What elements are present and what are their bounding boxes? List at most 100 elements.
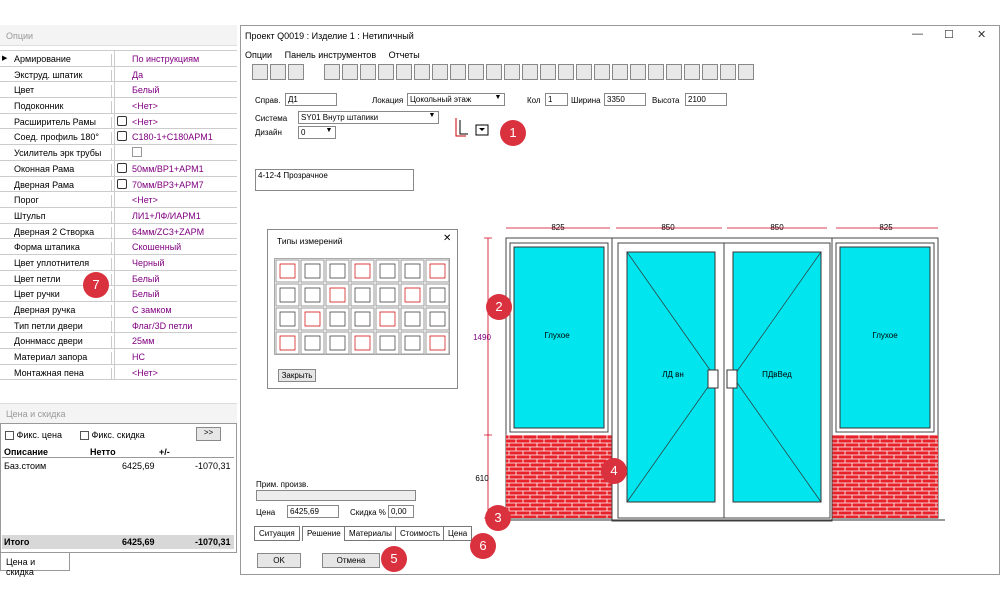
option-value[interactable]: <Нет> <box>132 101 158 111</box>
toolbar-button-icon[interactable] <box>612 64 628 80</box>
option-row[interactable]: Цвет ручки Белый <box>0 286 237 302</box>
toolbar-button-icon[interactable] <box>576 64 592 80</box>
toolbar-button-icon[interactable] <box>414 64 430 80</box>
toolbar-button-icon[interactable] <box>666 64 682 80</box>
toolbar-button-icon[interactable] <box>702 64 718 80</box>
dialog-close-button[interactable]: Закрыть <box>278 369 316 382</box>
measurement-type-cell[interactable] <box>350 307 375 331</box>
option-row[interactable]: Подоконник <Нет> <box>0 98 237 114</box>
option-row[interactable]: Штульп ЛИ1+ЛФ/ИAPM1 <box>0 207 237 224</box>
option-value[interactable]: Флаг/3D петли <box>132 321 192 331</box>
glass-field[interactable]: 4-12-4 Прозрачное <box>255 169 414 191</box>
table-row[interactable]: Баз.стоим 6425,69 -1070,31 <box>2 460 234 472</box>
minimize-icon[interactable]: — <box>912 28 923 40</box>
measurement-type-cell[interactable] <box>400 259 425 283</box>
note-field[interactable] <box>256 490 416 501</box>
qty-input[interactable]: 1 <box>545 93 568 106</box>
option-row[interactable]: Материал запора НС <box>0 349 237 365</box>
cancel-button[interactable]: Отмена <box>322 553 380 568</box>
option-value[interactable]: 70мм/BP3+APM7 <box>132 180 204 190</box>
measurement-type-cell[interactable] <box>325 283 350 307</box>
toolbar-button-icon[interactable] <box>648 64 664 80</box>
toolbar-button-icon[interactable] <box>684 64 700 80</box>
toolbar-button-icon[interactable] <box>720 64 736 80</box>
tab-price[interactable]: Цена <box>443 526 473 541</box>
measurement-type-cell[interactable] <box>275 259 300 283</box>
measurement-type-cell[interactable] <box>325 331 350 355</box>
option-value[interactable]: <Нет> <box>132 368 158 378</box>
option-value[interactable]: <Нет> <box>132 117 158 127</box>
height-input[interactable]: 2100 <box>685 93 727 106</box>
toolbar-button-icon[interactable] <box>252 64 268 80</box>
option-value[interactable]: <Нет> <box>132 195 158 205</box>
option-value[interactable]: ЛИ1+ЛФ/ИAPM1 <box>132 211 201 221</box>
measurement-type-cell[interactable] <box>300 259 325 283</box>
option-row[interactable]: Порог <Нет> <box>0 192 237 208</box>
option-row[interactable]: Форма штапика Скошенный <box>0 239 237 255</box>
fix-discount-box[interactable] <box>80 431 89 441</box>
tab-price-discount[interactable]: Цена и скидка <box>0 553 70 577</box>
tab-cost[interactable]: Стоимость <box>395 526 446 541</box>
toolbar-button-icon[interactable] <box>594 64 610 80</box>
toolbar-button-icon[interactable] <box>468 64 484 80</box>
option-value[interactable]: 64мм/ZC3+ZAPM <box>132 227 204 237</box>
fix-price-checkbox[interactable]: Фикс. цена <box>5 430 62 441</box>
maximize-icon[interactable]: ☐ <box>944 28 954 41</box>
measurement-type-cell[interactable] <box>400 331 425 355</box>
door-window-drawing[interactable]: Глухое ЛД вн ПДвВед Глухое 1490 610 825 … <box>470 215 960 525</box>
measurement-type-cell[interactable] <box>400 307 425 331</box>
option-row[interactable]: Монтажная пена <Нет> <box>0 364 237 381</box>
option-value[interactable]: Белый <box>132 85 159 95</box>
option-row[interactable]: ▶ Армирование По инструкциям <box>0 51 237 67</box>
profile-picker-icon[interactable] <box>117 115 127 126</box>
option-value[interactable]: Белый <box>132 274 159 284</box>
measurement-type-cell[interactable] <box>375 259 400 283</box>
toolbar-button-icon[interactable] <box>738 64 754 80</box>
fix-price-box[interactable] <box>5 431 14 441</box>
measurement-type-cell[interactable] <box>275 283 300 307</box>
fix-discount-checkbox[interactable]: Фикс. скидка <box>80 430 145 441</box>
measurement-type-cell[interactable] <box>400 283 425 307</box>
option-checkbox[interactable] <box>132 147 142 158</box>
measurement-type-cell[interactable] <box>375 331 400 355</box>
menu-reports[interactable]: Отчеты <box>389 50 420 60</box>
measurement-type-cell[interactable] <box>275 307 300 331</box>
menu-options[interactable]: Опции <box>245 50 272 60</box>
option-row[interactable]: Цвет Белый <box>0 82 237 99</box>
measurement-type-cell[interactable] <box>300 283 325 307</box>
option-value[interactable]: Белый <box>132 289 159 299</box>
measurement-type-cell[interactable] <box>300 307 325 331</box>
toolbar-button-icon[interactable] <box>450 64 466 80</box>
toolbar-button-icon[interactable] <box>288 64 304 80</box>
design-select[interactable]: 0 ▼ <box>298 126 336 139</box>
dialog-close-icon[interactable]: ✕ <box>443 233 451 244</box>
sprav-input[interactable]: Д1 <box>285 93 337 106</box>
measurement-type-cell[interactable] <box>350 331 375 355</box>
expand-button[interactable]: >> <box>196 427 221 441</box>
measurement-type-cell[interactable] <box>425 283 450 307</box>
toolbar-button-icon[interactable] <box>432 64 448 80</box>
option-value[interactable]: 25мм <box>132 336 154 346</box>
option-row[interactable]: Тип петли двери Флаг/3D петли <box>0 317 237 334</box>
ok-button[interactable]: OK <box>257 553 301 568</box>
option-value[interactable]: По инструкциям <box>132 54 199 64</box>
option-row[interactable]: Дверная Рама 70мм/BP3+APM7 <box>0 176 237 193</box>
profile-icon[interactable] <box>454 116 490 138</box>
measurement-type-cell[interactable] <box>275 331 300 355</box>
measurement-type-grid[interactable] <box>274 258 450 355</box>
tab-solution[interactable]: Решение <box>302 526 346 541</box>
toolbar-button-icon[interactable] <box>342 64 358 80</box>
toolbar-button-icon[interactable] <box>396 64 412 80</box>
toolbar-button-icon[interactable] <box>378 64 394 80</box>
measurement-type-cell[interactable] <box>425 331 450 355</box>
option-value[interactable]: Черный <box>132 258 164 268</box>
option-row[interactable]: Экструд. шпатик Да <box>0 66 237 83</box>
profile-picker-icon[interactable] <box>117 162 127 173</box>
option-row[interactable]: Усилитель эрк трубы <box>0 145 237 161</box>
measurement-type-cell[interactable] <box>425 259 450 283</box>
measurement-type-cell[interactable] <box>325 259 350 283</box>
measurement-type-cell[interactable] <box>350 283 375 307</box>
width-input[interactable]: 3350 <box>604 93 646 106</box>
option-value[interactable]: Скошенный <box>132 242 181 252</box>
option-value[interactable]: С замком <box>132 305 172 315</box>
